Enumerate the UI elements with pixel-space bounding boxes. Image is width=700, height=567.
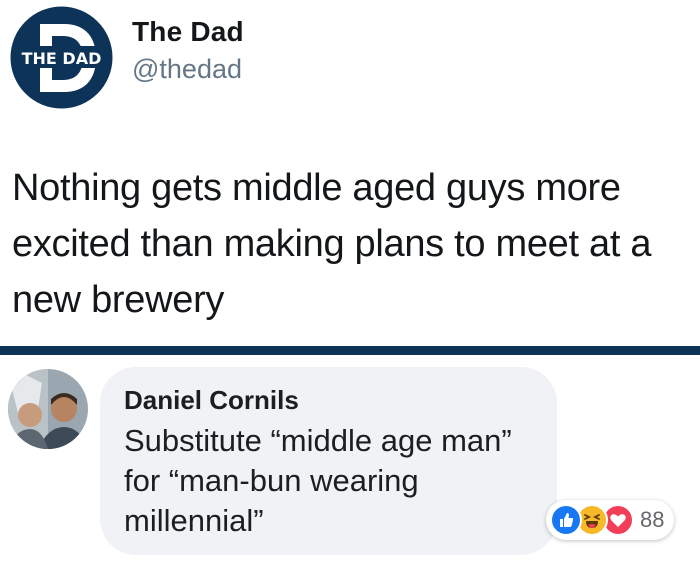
display-name[interactable]: The Dad <box>132 16 244 48</box>
the-dad-logo: THE DAD <box>10 6 113 109</box>
comment-author-name[interactable]: Daniel Cornils <box>124 385 299 416</box>
comment-text: Substitute “middle age man” for “man-bun… <box>124 423 512 538</box>
divider <box>0 346 700 355</box>
commenter-avatar[interactable] <box>8 369 88 449</box>
avatar-logo-text: THE DAD <box>22 49 102 68</box>
like-icon <box>550 504 582 536</box>
tweet-text: Nothing gets middle aged guys more excit… <box>12 167 652 321</box>
comment-bubble: Daniel Cornils Substitute “middle age ma… <box>100 367 557 555</box>
reactions-summary[interactable]: 88 <box>546 500 675 540</box>
user-handle[interactable]: @thedad <box>132 54 242 85</box>
the-dad-avatar[interactable]: THE DAD <box>10 6 113 109</box>
reaction-count: 88 <box>640 507 665 532</box>
avatar-photo <box>8 369 88 449</box>
